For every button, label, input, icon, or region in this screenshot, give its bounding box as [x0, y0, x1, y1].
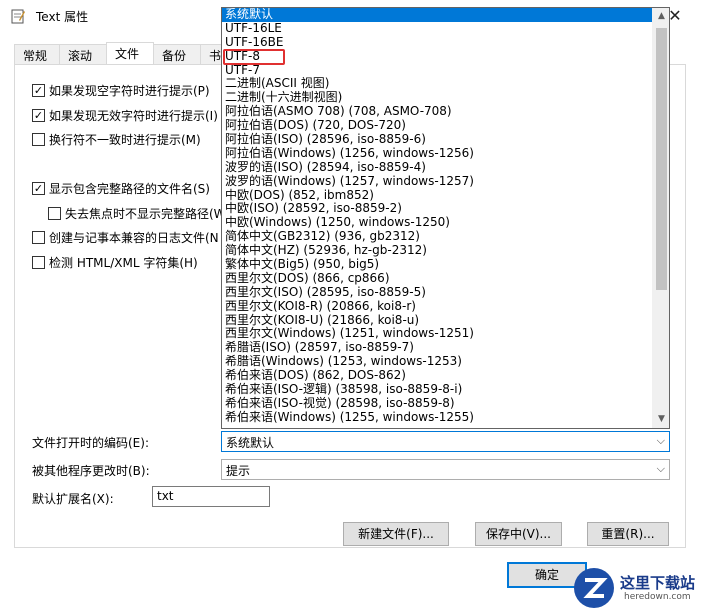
checkbox-box[interactable] [32, 230, 45, 244]
encoding-dropdown-list[interactable]: 系统默认 UTF-16LE UTF-16BE UTF-8 UTF-7 二进制(ASCII … [221, 7, 670, 429]
chevron-down-icon: ⌵ [656, 434, 665, 447]
encoding-option[interactable]: 希伯来语(DOS) (862, DOS-862) [222, 368, 652, 383]
changed-by-other-value: 提示 [226, 464, 251, 478]
scroll-down-icon[interactable]: ▼ [653, 411, 669, 428]
default-ext-label: 默认扩展名(X): [32, 492, 114, 506]
checkbox-notepad-log[interactable]: 创建与记事本兼容的日志文件(N [32, 228, 219, 246]
checkbox-box[interactable]: ✓ [32, 181, 45, 195]
encoding-option[interactable]: 阿拉伯语(ISO) (28596, iso-8859-6) [222, 132, 652, 147]
save-as-button[interactable]: 保存中(V)... [475, 522, 562, 546]
tab-backup[interactable]: 备份 [153, 44, 201, 64]
checkbox-box[interactable]: ✓ [32, 108, 45, 122]
checkbox-detect-charset[interactable]: 检测 HTML/XML 字符集(H) [32, 253, 198, 271]
scrollbar[interactable]: ▲ ▼ [652, 8, 669, 428]
encoding-option[interactable]: 西里尔文(DOS) (866, cp866) [222, 271, 652, 286]
encoding-option[interactable]: 系统默认 [222, 8, 652, 22]
tab-bookmark[interactable]: 书 [200, 44, 222, 64]
encoding-option[interactable]: UTF-16BE [222, 35, 652, 50]
changed-by-other-select[interactable]: 提示 ⌵ [221, 459, 670, 480]
encoding-option[interactable]: 西里尔文(ISO) (28595, iso-8859-5) [222, 285, 652, 300]
watermark-url: heredown.com [624, 592, 691, 602]
checkbox-newline-mismatch[interactable]: 换行符不一致时进行提示(M) [32, 130, 201, 148]
checkbox-label: 如果发现无效字符时进行提示(I) [49, 108, 218, 123]
checkbox-box[interactable] [32, 255, 45, 269]
window-title: Text 属性 [36, 10, 89, 24]
encoding-option[interactable]: UTF-16LE [222, 21, 652, 36]
tab-general[interactable]: 常规 [14, 44, 60, 64]
tab-scroll[interactable]: 滚动 [59, 44, 107, 64]
checkbox-box[interactable] [32, 132, 45, 146]
checkbox-label: 创建与记事本兼容的日志文件(N [49, 230, 219, 245]
reset-button[interactable]: 重置(R)... [587, 522, 669, 546]
changed-by-other-label: 被其他程序更改时(B): [32, 464, 150, 478]
chevron-down-icon: ⌵ [656, 462, 665, 475]
encoding-option[interactable]: UTF-8 [222, 49, 652, 64]
encoding-option[interactable]: 波罗的语(ISO) (28594, iso-8859-4) [222, 160, 652, 175]
encoding-value: 系统默认 [226, 436, 275, 450]
watermark-name: 这里下载站 [620, 574, 696, 592]
encoding-label: 文件打开时的编码(E): [32, 436, 149, 450]
encoding-option[interactable]: 简体中文(HZ) (52936, hz-gb-2312) [222, 243, 652, 258]
checkbox-label: 显示包含完整路径的文件名(S) [49, 181, 210, 196]
watermark-z-icon [574, 568, 614, 608]
encoding-option[interactable]: 波罗的语(Windows) (1257, windows-1257) [222, 174, 652, 189]
default-ext-input[interactable]: txt [152, 486, 270, 507]
encoding-option[interactable]: 希伯来语(Windows) (1255, windows-1255) [222, 410, 652, 425]
checkbox-invalid-char-prompt[interactable]: ✓ 如果发现无效字符时进行提示(I) [32, 106, 218, 124]
notepad-icon [11, 9, 25, 24]
checkbox-box[interactable] [48, 206, 61, 220]
checkbox-hide-path-on-blur[interactable]: 失去焦点时不显示完整路径(W [48, 204, 226, 222]
encoding-option[interactable]: 希伯来语(ISO-逻辑) (38598, iso-8859-8-i) [222, 382, 652, 397]
checkbox-show-full-path[interactable]: ✓ 显示包含完整路径的文件名(S) [32, 179, 210, 197]
encoding-option[interactable]: 阿拉伯语(Windows) (1256, windows-1256) [222, 146, 652, 161]
new-file-button[interactable]: 新建文件(F)... [343, 522, 449, 546]
checkbox-label: 失去焦点时不显示完整路径(W [65, 206, 226, 221]
watermark-logo: 这里下载站 heredown.com [568, 566, 703, 608]
checkbox-label: 检测 HTML/XML 字符集(H) [49, 255, 198, 270]
encoding-select[interactable]: 系统默认 ⌵ [221, 431, 670, 452]
checkbox-box[interactable]: ✓ [32, 83, 45, 97]
tab-file[interactable]: 文件 [106, 42, 154, 65]
scroll-up-icon[interactable]: ▲ [653, 8, 669, 25]
checkbox-label: 换行符不一致时进行提示(M) [49, 132, 201, 147]
checkbox-null-char-prompt[interactable]: ✓ 如果发现空字符时进行提示(P) [32, 81, 210, 99]
utf8-highlight-box [223, 49, 285, 65]
encoding-option[interactable]: 西里尔文(KOI8-R) (20866, koi8-r) [222, 299, 652, 314]
encoding-option-list: 系统默认 UTF-16LE UTF-16BE UTF-8 UTF-7 二进制(ASCII … [222, 8, 652, 425]
encoding-option[interactable]: 阿拉伯语(DOS) (720, DOS-720) [222, 118, 652, 133]
checkbox-label: 如果发现空字符时进行提示(P) [49, 83, 210, 98]
encoding-option[interactable]: 繁体中文(Big5) (950, big5) [222, 257, 652, 272]
scrollbar-thumb[interactable] [656, 28, 667, 290]
encoding-option[interactable]: 希伯来语(ISO-视觉) (28598, iso-8859-8) [222, 396, 652, 411]
